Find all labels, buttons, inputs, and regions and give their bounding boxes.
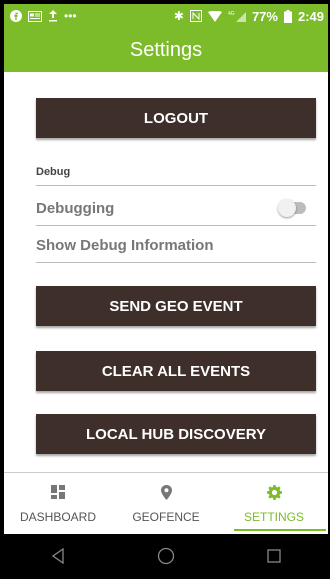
home-icon[interactable] xyxy=(157,547,175,565)
battery-percent: 77% xyxy=(251,8,278,24)
debug-section-label: Debug xyxy=(36,166,71,178)
phone-screen: ••• ✱ 4G 77% 2:49 Settings LOGOUT Debug … xyxy=(4,4,328,577)
send-geo-event-button[interactable]: SEND GEO EVENT xyxy=(36,286,316,326)
settings-content: LOGOUT Debug Debugging Show Debug Inform… xyxy=(4,72,328,472)
back-icon[interactable] xyxy=(50,547,66,564)
clear-all-events-button[interactable]: CLEAR ALL EVENTS xyxy=(36,351,316,391)
toggle-knob xyxy=(278,199,296,217)
bluetooth-icon: ✱ xyxy=(173,9,184,23)
status-time: 2:49 xyxy=(297,8,324,24)
signal-icon: 4G xyxy=(228,11,246,22)
debugging-toggle[interactable] xyxy=(278,199,306,217)
system-navigation-bar xyxy=(4,534,328,577)
divider xyxy=(36,262,316,263)
battery-icon xyxy=(283,9,292,23)
location-pin-icon xyxy=(160,484,172,500)
dashboard-icon xyxy=(51,484,65,500)
status-bar-left: ••• xyxy=(10,10,77,22)
gear-icon xyxy=(266,484,282,500)
status-bar: ••• ✱ 4G 77% 2:49 xyxy=(4,4,328,28)
nav-settings[interactable]: SETTINGS xyxy=(220,473,328,535)
status-bar-right: ✱ 4G 77% 2:49 xyxy=(174,9,324,24)
nav-dashboard-label: DASHBOARD xyxy=(19,510,96,524)
upload-icon xyxy=(49,10,57,22)
divider xyxy=(36,225,316,226)
nav-dashboard[interactable]: DASHBOARD xyxy=(4,473,112,535)
local-hub-discovery-button[interactable]: LOCAL HUB DISCOVERY xyxy=(36,414,316,454)
nav-geofence-label: GEOFENCE xyxy=(132,510,200,524)
app-bar: Settings xyxy=(4,28,328,72)
bottom-navigation: DASHBOARD GEOFENCE SETTINGS xyxy=(4,472,328,535)
page-title: Settings xyxy=(129,38,203,61)
recents-icon[interactable] xyxy=(266,548,282,564)
nfc-icon xyxy=(189,10,202,22)
wifi-icon xyxy=(207,10,222,22)
debugging-label: Debugging xyxy=(36,200,115,217)
nav-geofence[interactable]: GEOFENCE xyxy=(112,473,220,535)
logout-button[interactable]: LOGOUT xyxy=(36,98,316,138)
show-debug-information-item[interactable]: Show Debug Information xyxy=(36,237,214,254)
svg-text:4G: 4G xyxy=(228,11,235,17)
more-dots-icon: ••• xyxy=(64,9,77,23)
divider xyxy=(36,185,316,186)
news-icon xyxy=(28,10,42,22)
nav-settings-label: SETTINGS xyxy=(243,510,304,524)
facebook-icon xyxy=(10,10,22,22)
